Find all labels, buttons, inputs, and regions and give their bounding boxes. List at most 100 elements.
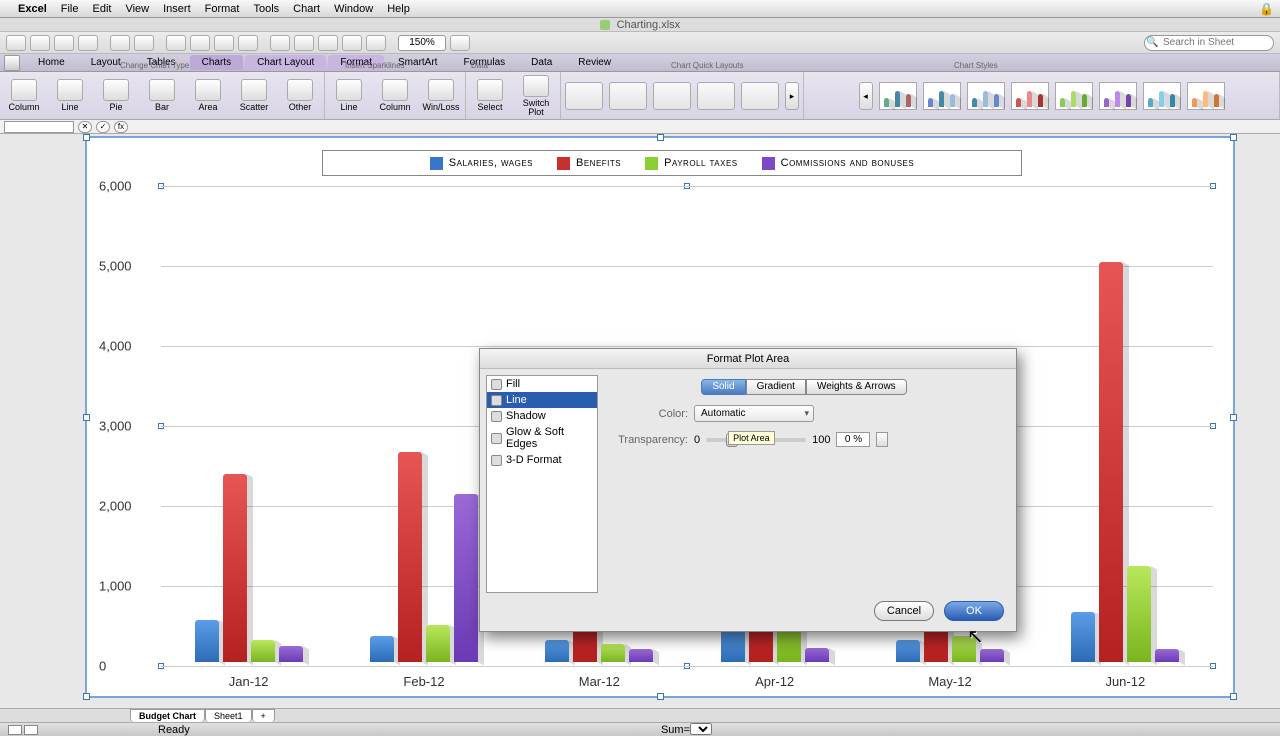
data-select[interactable]: Select — [470, 79, 510, 112]
chart-type-scatter[interactable]: Scatter — [234, 79, 274, 112]
transparency-stepper[interactable] — [876, 432, 888, 447]
resize-handle[interactable] — [1230, 134, 1237, 141]
menu-edit[interactable]: Edit — [92, 3, 111, 15]
menu-window[interactable]: Window — [334, 3, 373, 15]
bar-group[interactable] — [1055, 262, 1195, 662]
chart-type-bar[interactable]: Bar — [142, 79, 182, 112]
sidebar-item-fill[interactable]: Fill — [487, 376, 597, 392]
chart-button[interactable] — [342, 35, 362, 51]
data-bar[interactable] — [398, 452, 422, 662]
tab-home[interactable]: Home — [26, 55, 77, 70]
cancel-fx-icon[interactable]: ✕ — [78, 121, 92, 133]
quick-layout-1[interactable] — [565, 82, 603, 110]
data-bar[interactable] — [279, 646, 303, 662]
menu-file[interactable]: File — [61, 3, 79, 15]
quick-layout-more[interactable]: ▸ — [785, 82, 799, 110]
app-name[interactable]: Excel — [18, 3, 47, 15]
chart-style-2[interactable] — [923, 82, 961, 110]
chart-style-8[interactable] — [1187, 82, 1225, 110]
data-bar[interactable] — [1127, 566, 1151, 662]
sheet-tab-sheet1[interactable]: Sheet1 — [205, 709, 252, 722]
chart-type-other[interactable]: Other — [280, 79, 320, 112]
status-sum-select[interactable] — [690, 723, 712, 735]
tab-chart-layout[interactable]: Chart Layout — [245, 55, 326, 70]
data-bar[interactable] — [896, 640, 920, 662]
sort-button[interactable] — [270, 35, 290, 51]
resize-handle[interactable] — [657, 693, 664, 700]
data-bar[interactable] — [952, 636, 976, 662]
search-input[interactable] — [1144, 35, 1274, 51]
resize-handle[interactable] — [657, 134, 664, 141]
zoom-select[interactable]: 150% — [398, 35, 446, 51]
data-bar[interactable] — [1155, 649, 1179, 662]
filter-button[interactable] — [294, 35, 314, 51]
data-bar[interactable] — [980, 649, 1004, 662]
data-bar[interactable] — [223, 474, 247, 662]
tab-data[interactable]: Data — [519, 55, 564, 70]
menu-help[interactable]: Help — [387, 3, 410, 15]
resize-handle[interactable] — [83, 693, 90, 700]
resize-handle[interactable] — [83, 414, 90, 421]
tab-weights-arrows[interactable]: Weights & Arrows — [806, 379, 907, 395]
quick-layout-4[interactable] — [697, 82, 735, 110]
data-bar[interactable] — [195, 620, 219, 662]
chart-style-6[interactable] — [1099, 82, 1137, 110]
sidebar-item-glow[interactable]: Glow & Soft Edges — [487, 424, 597, 452]
help-button[interactable] — [366, 35, 386, 51]
menu-format[interactable]: Format — [205, 3, 240, 15]
tab-review[interactable]: Review — [566, 55, 623, 70]
color-select[interactable]: Automatic — [694, 405, 814, 422]
chart-type-area[interactable]: Area — [188, 79, 228, 112]
cancel-button[interactable]: Cancel — [874, 601, 934, 621]
tab-solid[interactable]: Solid — [701, 379, 745, 395]
sheet-tab-budget[interactable]: Budget Chart — [130, 709, 205, 722]
data-bar[interactable] — [721, 627, 745, 662]
transparency-input[interactable] — [836, 432, 870, 447]
ok-button[interactable]: OK — [944, 601, 1004, 621]
data-bar[interactable] — [1099, 262, 1123, 662]
fx-icon[interactable]: fx — [114, 121, 128, 133]
sidebar-item-line[interactable]: Line — [487, 392, 597, 408]
resize-handle[interactable] — [83, 134, 90, 141]
quick-layout-2[interactable] — [609, 82, 647, 110]
bar-group[interactable] — [179, 474, 319, 662]
format-painter-button[interactable] — [238, 35, 258, 51]
data-bar[interactable] — [1071, 612, 1095, 662]
transparency-slider[interactable]: Plot Area — [706, 438, 806, 442]
menu-insert[interactable]: Insert — [163, 3, 191, 15]
chart-legend[interactable]: Salaries, wages Benefits Payroll taxes C… — [322, 150, 1022, 176]
redo-button[interactable] — [134, 35, 154, 51]
lock-icon[interactable]: 🔒 — [1259, 2, 1274, 16]
sparkline-column[interactable]: Column — [375, 79, 415, 112]
data-bar[interactable] — [454, 494, 478, 662]
sidebar-item-shadow[interactable]: Shadow — [487, 408, 597, 424]
copy-button[interactable] — [190, 35, 210, 51]
chart-type-line[interactable]: Line — [50, 79, 90, 112]
menu-view[interactable]: View — [125, 3, 149, 15]
zoom-fit-button[interactable] — [450, 35, 470, 51]
data-bar[interactable] — [251, 640, 275, 662]
tab-gradient[interactable]: Gradient — [746, 379, 806, 395]
paste-button[interactable] — [214, 35, 234, 51]
undo-button[interactable] — [110, 35, 130, 51]
resize-handle[interactable] — [1230, 693, 1237, 700]
chart-style-4[interactable] — [1011, 82, 1049, 110]
data-bar[interactable] — [601, 644, 625, 662]
add-sheet-button[interactable]: + — [252, 709, 275, 722]
sparkline-winloss[interactable]: Win/Loss — [421, 79, 461, 112]
quick-layout-3[interactable] — [653, 82, 691, 110]
data-bar[interactable] — [370, 636, 394, 662]
new-button[interactable] — [6, 35, 26, 51]
menu-tools[interactable]: Tools — [253, 3, 279, 15]
data-bar[interactable] — [629, 649, 653, 662]
print-button[interactable] — [78, 35, 98, 51]
data-switch-plot[interactable]: Switch Plot — [516, 75, 556, 117]
name-box[interactable] — [4, 121, 74, 133]
open-button[interactable] — [30, 35, 50, 51]
sparkline-line[interactable]: Line — [329, 79, 369, 112]
view-page-layout[interactable] — [24, 725, 38, 735]
view-normal[interactable] — [8, 725, 22, 735]
chart-style-7[interactable] — [1143, 82, 1181, 110]
menu-chart[interactable]: Chart — [293, 3, 320, 15]
chart-object[interactable]: Salaries, wages Benefits Payroll taxes C… — [85, 136, 1235, 698]
